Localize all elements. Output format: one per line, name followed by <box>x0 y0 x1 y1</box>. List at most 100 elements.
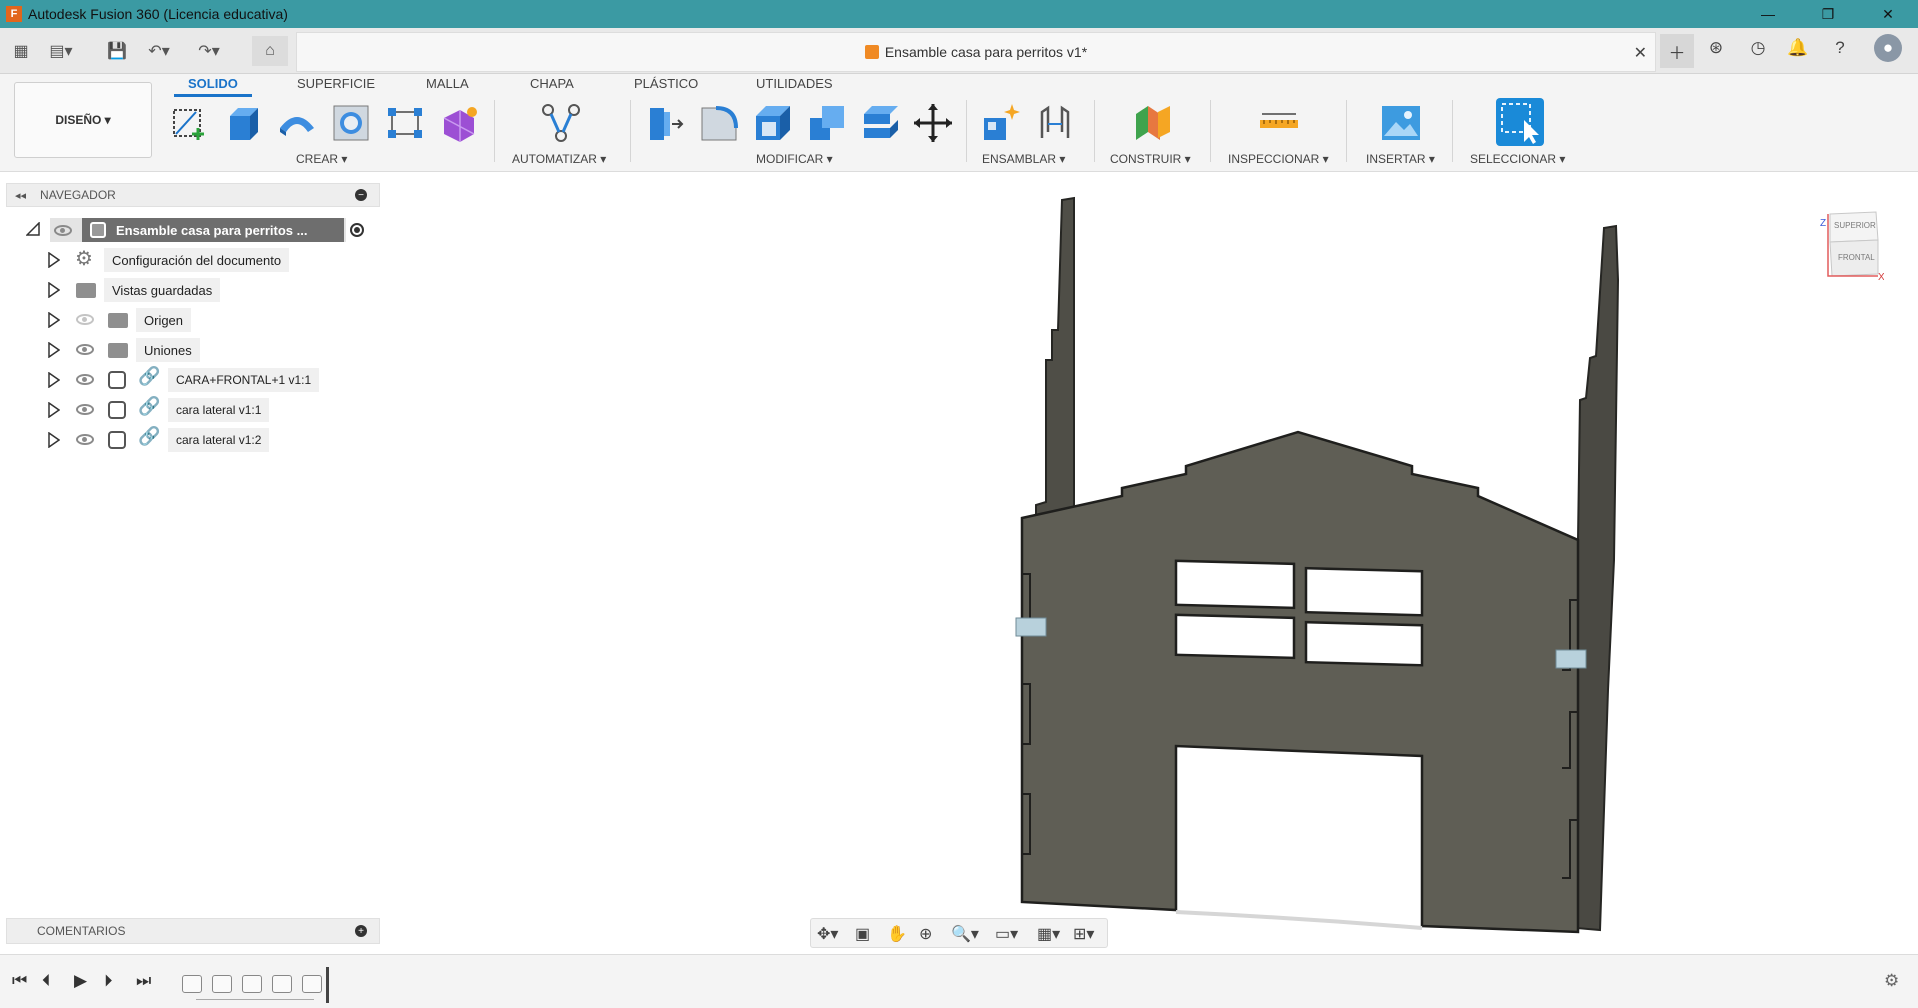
minimize-button[interactable]: — <box>1738 0 1798 28</box>
play-icon[interactable]: ▶ <box>74 971 87 991</box>
right-side-wall[interactable] <box>1574 224 1620 932</box>
fillet-icon[interactable] <box>698 102 740 144</box>
joint-marker-left[interactable] <box>1015 617 1047 637</box>
tab-solido[interactable]: SOLIDO <box>188 76 238 91</box>
step-back-icon[interactable]: ⏴ <box>42 971 51 991</box>
timeline-bar: ⏮ ⏴ ▶ ⏵ ⏭ ⚙ <box>0 954 1918 1008</box>
zoom-icon[interactable]: ⊕ <box>919 924 932 944</box>
workspace-selector[interactable]: DISEÑO ▾ <box>14 82 152 158</box>
group-seleccionar[interactable]: SELECCIONAR ▾ <box>1470 152 1565 166</box>
comments-panel[interactable]: COMENTARIOS + <box>6 918 380 944</box>
grid-menu-icon[interactable]: ▦ <box>8 38 34 64</box>
ground-shadow <box>1175 910 1423 930</box>
group-inspeccionar[interactable]: INSPECCIONAR ▾ <box>1228 152 1329 166</box>
create-sketch-icon[interactable] <box>168 102 210 144</box>
timeline-feature-icon[interactable] <box>212 975 232 993</box>
job-status-icon[interactable]: ◷ <box>1744 34 1772 62</box>
look-at-icon[interactable]: ▣ <box>855 924 870 944</box>
viewcube-top-label: SUPERIOR <box>1834 221 1876 230</box>
revolve-icon[interactable] <box>276 102 318 144</box>
timeline-joint-icon[interactable] <box>272 975 292 993</box>
redo-icon[interactable]: ↷▾ <box>196 38 222 64</box>
window-top-left <box>1174 559 1296 610</box>
window-bottom-left <box>1174 613 1296 660</box>
fit-window-icon[interactable]: 🔍▾ <box>951 924 979 944</box>
ribbon-toolbar: DISEÑO ▾ SOLIDO SUPERFICIE MALLA CHAPA P… <box>0 74 1918 172</box>
comments-title: COMENTARIOS <box>37 924 126 938</box>
fusion-logo-icon: F <box>6 6 22 22</box>
go-to-start-icon[interactable]: ⏮ <box>12 971 27 991</box>
x-axis-label: X <box>1878 272 1884 282</box>
display-settings-icon[interactable]: ▭▾ <box>995 924 1018 944</box>
viewports-icon[interactable]: ⊞▾ <box>1073 924 1094 944</box>
document-tab[interactable]: Ensamble casa para perritos v1* ✕ <box>296 32 1656 72</box>
timeline-track <box>196 999 314 1000</box>
combine-icon[interactable] <box>806 102 848 144</box>
window-top-right <box>1304 566 1424 617</box>
measure-icon[interactable] <box>1258 102 1300 144</box>
save-icon[interactable]: 💾 <box>104 38 130 64</box>
divider <box>1346 100 1347 162</box>
create-form-icon[interactable] <box>438 102 480 144</box>
divider <box>1210 100 1211 162</box>
home-icon[interactable]: ⌂ <box>252 36 288 66</box>
quick-access-bar: ▦ ▤▾ 💾 ↶▾ ↷▾ ⌂ Ensamble casa para perrit… <box>0 28 1918 74</box>
offset-plane-icon[interactable] <box>1132 102 1174 144</box>
notifications-icon[interactable]: 🔔 <box>1784 34 1812 62</box>
group-automatizar[interactable]: AUTOMATIZAR ▾ <box>512 152 606 166</box>
group-construir[interactable]: CONSTRUIR ▾ <box>1110 152 1191 166</box>
joint-marker-right[interactable] <box>1555 649 1587 669</box>
go-to-end-icon[interactable]: ⏭ <box>136 971 151 991</box>
document-cube-icon <box>864 45 879 59</box>
timeline-joint-icon[interactable] <box>302 975 322 993</box>
user-avatar[interactable]: ● <box>1874 34 1902 62</box>
tab-malla[interactable]: MALLA <box>426 76 469 91</box>
z-axis-label: Z <box>1820 218 1826 229</box>
undo-icon[interactable]: ↶▾ <box>146 38 172 64</box>
window-bottom-right <box>1304 620 1424 667</box>
new-component-icon[interactable] <box>980 102 1022 144</box>
grid-snaps-icon[interactable]: ▦▾ <box>1037 924 1060 944</box>
group-crear[interactable]: CREAR ▾ <box>296 152 347 166</box>
left-side-wall[interactable] <box>1035 196 1075 520</box>
pattern-icon[interactable] <box>384 102 426 144</box>
viewcube[interactable]: SUPERIOR FRONTAL Z X <box>1818 210 1884 282</box>
group-insertar[interactable]: INSERTAR ▾ <box>1366 152 1435 166</box>
hole-icon[interactable] <box>330 102 372 144</box>
joint-icon[interactable] <box>1034 102 1076 144</box>
orbit-icon[interactable]: ✥▾ <box>817 924 838 944</box>
insert-image-icon[interactable] <box>1380 102 1422 144</box>
extrude-icon[interactable] <box>222 102 264 144</box>
front-wall[interactable] <box>1020 430 1580 934</box>
help-icon[interactable]: ? <box>1826 34 1854 62</box>
navigation-toolbar: ✥▾ ▣ ✋ ⊕ 🔍▾ ▭▾ ▦▾ ⊞▾ <box>810 918 1108 948</box>
shell-icon[interactable] <box>752 102 794 144</box>
close-tab-icon[interactable]: ✕ <box>1634 43 1647 63</box>
divider <box>1094 100 1095 162</box>
group-modificar[interactable]: MODIFICAR ▾ <box>756 152 833 166</box>
plus-icon[interactable]: ＋ <box>1660 34 1694 68</box>
timeline-feature-icon[interactable] <box>242 975 262 993</box>
move-icon[interactable] <box>912 102 954 144</box>
timeline-feature-icon[interactable] <box>182 975 202 993</box>
tab-plastico[interactable]: PLÁSTICO <box>634 76 698 91</box>
timeline-marker[interactable] <box>326 967 329 1003</box>
split-body-icon[interactable] <box>860 102 902 144</box>
extensions-icon[interactable]: ⊛ <box>1702 34 1730 62</box>
press-pull-icon[interactable] <box>644 102 686 144</box>
select-icon[interactable] <box>1496 98 1544 146</box>
file-icon[interactable]: ▤▾ <box>48 38 74 64</box>
tab-chapa[interactable]: CHAPA <box>530 76 574 91</box>
tab-superficie[interactable]: SUPERFICIE <box>297 76 375 91</box>
window-title: Autodesk Fusion 360 (Licencia educativa) <box>28 6 288 22</box>
add-comment-icon[interactable]: + <box>355 925 367 937</box>
step-forward-icon[interactable]: ⏵ <box>104 971 113 991</box>
tab-utilidades[interactable]: UTILIDADES <box>756 76 833 91</box>
close-window-button[interactable]: ✕ <box>1858 0 1918 28</box>
pan-hand-icon[interactable]: ✋ <box>887 924 907 944</box>
group-ensamblar[interactable]: ENSAMBLAR ▾ <box>982 152 1065 166</box>
automate-icon[interactable] <box>540 102 582 144</box>
timeline-settings-gear-icon[interactable]: ⚙ <box>1884 971 1899 991</box>
restore-button[interactable]: ❐ <box>1798 0 1858 28</box>
model-viewport[interactable] <box>0 172 1918 954</box>
